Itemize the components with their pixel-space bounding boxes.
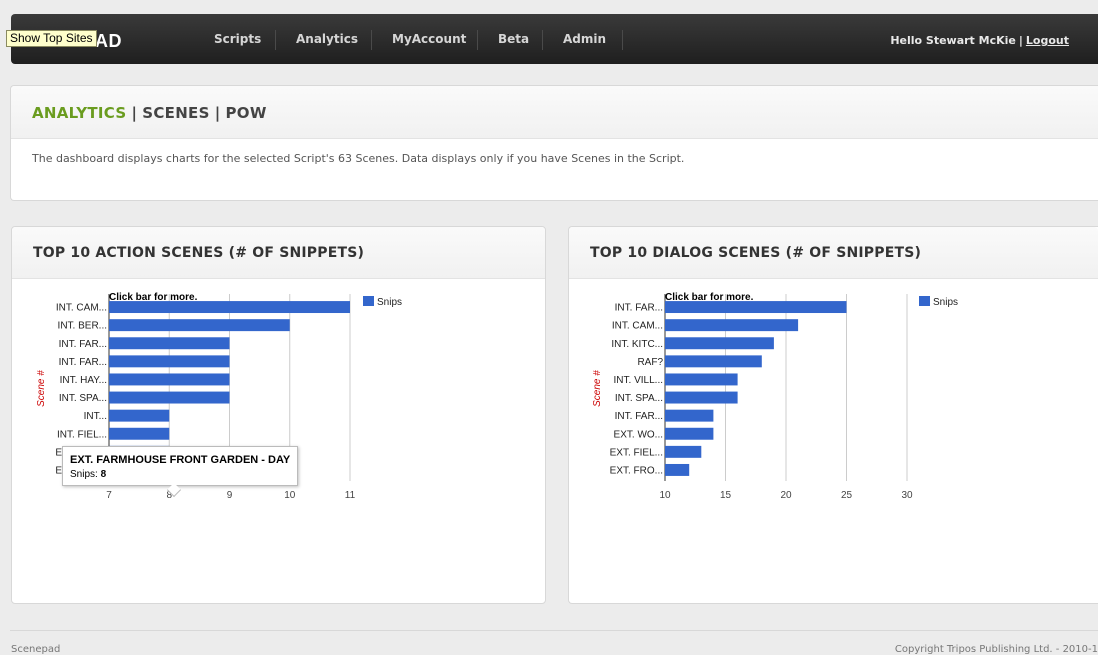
chart-bar[interactable] <box>665 301 847 314</box>
nav-divider <box>477 30 478 50</box>
breadcrumb-scenes[interactable]: SCENES <box>142 104 209 122</box>
greeting-text: Hello Stewart McKie <box>890 34 1016 47</box>
y-category-label: EXT. WO... <box>614 429 663 440</box>
chart-bar[interactable] <box>109 409 170 422</box>
y-category-label: INT. SPA... <box>59 393 107 404</box>
nav-scripts[interactable]: Scripts <box>214 32 261 52</box>
y-category-label: INT. KITC... <box>611 339 663 350</box>
breadcrumb-separator: | <box>214 104 221 122</box>
x-tick-label: 10 <box>659 490 671 501</box>
breadcrumb-analytics[interactable]: ANALYTICS <box>32 104 126 122</box>
y-category-label: EXT. FIEL... <box>610 447 663 458</box>
top-nav-bar: AD Scripts Analytics MyAccount Beta Admi… <box>11 14 1098 64</box>
x-tick-label: 9 <box>227 490 233 501</box>
nav-divider <box>622 30 623 50</box>
x-tick-label: 25 <box>841 490 853 501</box>
y-category-label: INT. FIEL... <box>57 429 107 440</box>
chart-bar[interactable] <box>665 409 714 422</box>
nav-admin[interactable]: Admin <box>563 32 606 52</box>
chart-bar[interactable] <box>665 319 799 332</box>
y-category-label: INT. FAR... <box>59 357 107 368</box>
tooltip-snips-value: 8 <box>100 469 107 480</box>
dashboard-description: The dashboard displays charts for the se… <box>32 152 685 165</box>
nav-divider <box>371 30 372 50</box>
action-scenes-chart[interactable]: Click bar for more.7 8 9 10 11INT. CAM...INT… <box>12 279 545 603</box>
action-scenes-panel: TOP 10 ACTION SCENES (# OF SNIPPETS) Cli… <box>11 226 546 604</box>
y-category-label: EXT. FRO... <box>610 465 663 476</box>
y-axis-title: Scene # <box>36 370 47 407</box>
chart-bar[interactable] <box>109 337 230 350</box>
action-panel-title: TOP 10 ACTION SCENES (# OF SNIPPETS) <box>33 245 365 261</box>
x-tick-label: 7 <box>106 490 112 501</box>
chart-bar[interactable] <box>665 373 738 386</box>
legend-label: Snips <box>933 297 958 308</box>
footer-brand: Scenepad <box>11 644 61 655</box>
analytics-header-panel: ANALYTICS | SCENES | POW The dashboard displ… <box>10 85 1098 201</box>
breadcrumb-separator: | <box>131 104 138 122</box>
chart-bar[interactable] <box>109 319 290 332</box>
bar-hover-tooltip: EXT. FARMHOUSE FRONT GARDEN - DAY Snips:… <box>62 446 298 498</box>
footer-divider <box>10 630 1098 631</box>
chart-bar[interactable] <box>665 337 774 350</box>
tooltip-snips: Snips: 8 <box>70 469 106 480</box>
breadcrumb: ANALYTICS | SCENES | POW <box>32 104 267 122</box>
y-axis-title: Scene # <box>592 370 603 407</box>
dialog-scenes-panel: TOP 10 DIALOG SCENES (# OF SNIPPETS) Cli… <box>568 226 1098 604</box>
y-category-label: INT. FAR... <box>59 339 107 350</box>
y-category-label: INT... <box>84 411 107 422</box>
tooltip-scene-title: EXT. FARMHOUSE FRONT GARDEN - DAY <box>70 454 291 466</box>
x-tick-label: 30 <box>901 490 913 501</box>
y-category-label: INT. CAM... <box>56 303 107 314</box>
y-category-label: INT. FAR... <box>615 303 663 314</box>
y-category-label: RAF? <box>637 357 663 368</box>
chart-bar[interactable] <box>665 391 738 404</box>
chart-bar[interactable] <box>109 301 350 314</box>
x-tick-label: 20 <box>780 490 792 501</box>
y-category-label: INT. VILL... <box>614 375 663 386</box>
y-category-label: INT. BER... <box>58 321 107 332</box>
breadcrumb-pow[interactable]: POW <box>226 104 267 122</box>
nav-divider <box>542 30 543 50</box>
chart-bar[interactable] <box>109 373 230 386</box>
x-tick-label: 11 <box>345 490 356 501</box>
chart-bar[interactable] <box>665 427 714 440</box>
x-tick-label: 10 <box>284 490 296 501</box>
nav-divider <box>275 30 276 50</box>
chart-bar[interactable] <box>665 463 690 476</box>
dialog-scenes-chart[interactable]: Click bar for more.10 15 20 25 30INT. FAR...… <box>569 279 1098 603</box>
app-logo[interactable]: AD <box>95 31 122 52</box>
chart-bar[interactable] <box>109 391 230 404</box>
y-category-label: INT. FAR... <box>615 411 663 422</box>
chart-bar[interactable] <box>665 445 702 458</box>
logout-link[interactable]: Logout <box>1026 34 1069 47</box>
legend-swatch <box>919 296 930 306</box>
footer-copyright: Copyright Tripos Publishing Ltd. - 2010-… <box>894 644 1098 655</box>
nav-myaccount[interactable]: MyAccount <box>392 32 466 52</box>
tooltip-snips-label: Snips: <box>70 469 101 480</box>
chart-bar[interactable] <box>109 427 170 440</box>
legend-swatch <box>363 296 374 306</box>
legend-label: Snips <box>377 297 402 308</box>
dialog-panel-title: TOP 10 DIALOG SCENES (# OF SNIPPETS) <box>590 245 922 261</box>
show-top-sites-tooltip: Show Top Sites <box>6 30 97 47</box>
chart-bar[interactable] <box>109 355 230 368</box>
nav-analytics[interactable]: Analytics <box>296 32 358 52</box>
greeting-separator: | <box>1018 34 1023 47</box>
y-category-label: INT. HAY... <box>60 375 107 386</box>
nav-beta[interactable]: Beta <box>498 32 529 52</box>
y-category-label: INT. SPA... <box>615 393 663 404</box>
chart-bar[interactable] <box>665 355 762 368</box>
user-greeting: Hello Stewart McKie | Logout <box>890 34 1069 47</box>
x-tick-label: 15 <box>720 490 732 501</box>
y-category-label: INT. CAM... <box>612 321 663 332</box>
